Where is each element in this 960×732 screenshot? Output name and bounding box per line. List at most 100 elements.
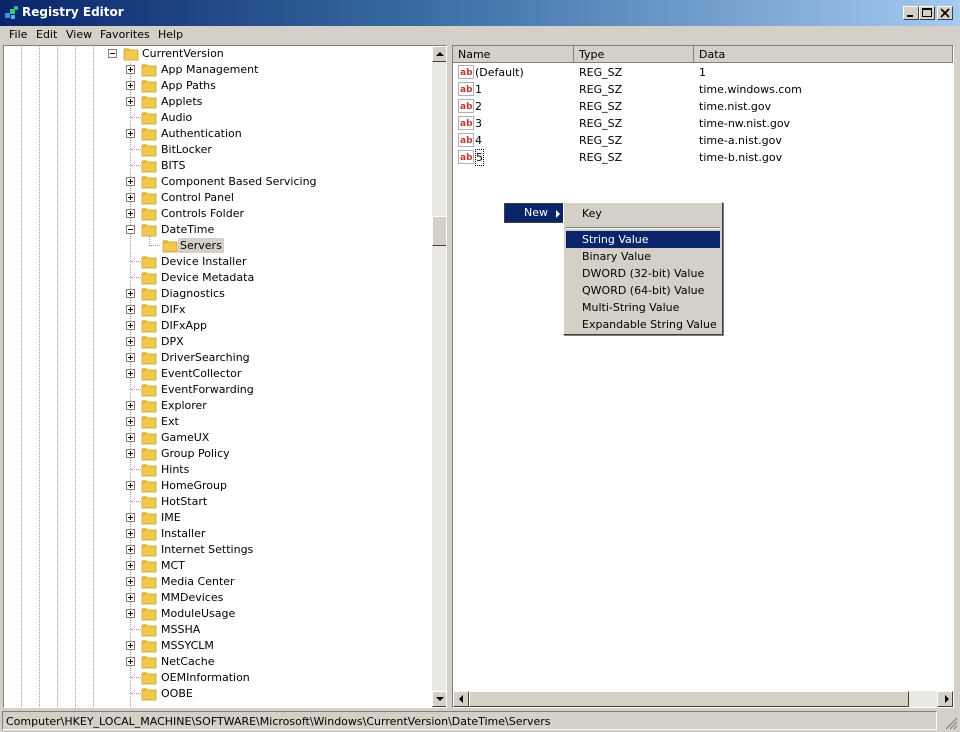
menu-help[interactable]: Help	[154, 27, 187, 43]
column-header-type[interactable]: Type	[574, 46, 694, 63]
list-horizontal-scrollbar[interactable]	[453, 691, 953, 707]
expand-icon[interactable]	[126, 193, 135, 202]
submenu-item-string-value[interactable]: String Value	[566, 231, 720, 248]
tree-node-servers[interactable]: Servers	[4, 238, 430, 254]
tree-node-mssha[interactable]: MSSHA	[4, 622, 430, 638]
value-row[interactable]: ab 2 REG_SZ time.nist.gov	[453, 98, 953, 115]
resize-grip-icon[interactable]	[944, 716, 958, 730]
tree-node-component-based-servicing[interactable]: Component Based Servicing	[4, 174, 430, 190]
expand-icon[interactable]	[126, 577, 135, 586]
collapse-icon[interactable]	[126, 225, 135, 234]
tree-node-moduleusage[interactable]: ModuleUsage	[4, 606, 430, 622]
expand-icon[interactable]	[126, 561, 135, 570]
tree-node-gameux[interactable]: GameUX	[4, 430, 430, 446]
tree-node-explorer[interactable]: Explorer	[4, 398, 430, 414]
tree-node-dpx[interactable]: DPX	[4, 334, 430, 350]
expand-icon[interactable]	[126, 481, 135, 490]
column-header-name[interactable]: Name	[453, 46, 574, 63]
tree-node-control-panel[interactable]: Control Panel	[4, 190, 430, 206]
expand-icon[interactable]	[126, 417, 135, 426]
tree-node-authentication[interactable]: Authentication	[4, 126, 430, 142]
tree-node-controls-folder[interactable]: Controls Folder	[4, 206, 430, 222]
horizontal-scroll-thumb[interactable]	[469, 691, 909, 707]
submenu-item-expandable-string-value[interactable]: Expandable String Value	[566, 316, 720, 333]
tree-node-hints[interactable]: Hints	[4, 462, 430, 478]
expand-icon[interactable]	[126, 289, 135, 298]
tree-node-difx[interactable]: DIFx	[4, 302, 430, 318]
expand-icon[interactable]	[126, 305, 135, 314]
collapse-icon[interactable]	[108, 49, 117, 58]
tree-node-homegroup[interactable]: HomeGroup	[4, 478, 430, 494]
tree-node-applets[interactable]: Applets	[4, 94, 430, 110]
tree-node-app-paths[interactable]: App Paths	[4, 78, 430, 94]
tree-node-oeminformation[interactable]: OEMInformation	[4, 670, 430, 686]
value-row[interactable]: ab 3 REG_SZ time-nw.nist.gov	[453, 115, 953, 132]
tree-node-diagnostics[interactable]: Diagnostics	[4, 286, 430, 302]
menu-view[interactable]: View	[62, 27, 96, 43]
expand-icon[interactable]	[126, 177, 135, 186]
tree-node-internet-settings[interactable]: Internet Settings	[4, 542, 430, 558]
expand-icon[interactable]	[126, 545, 135, 554]
tree-node-device-installer[interactable]: Device Installer	[4, 254, 430, 270]
tree-node-difxapp[interactable]: DIFxApp	[4, 318, 430, 334]
submenu-item-binary-value[interactable]: Binary Value	[566, 248, 720, 265]
tree-node-bitlocker[interactable]: BitLocker	[4, 142, 430, 158]
expand-icon[interactable]	[126, 609, 135, 618]
submenu-item-multi-string-value[interactable]: Multi-String Value	[566, 299, 720, 316]
tree-node-device-metadata[interactable]: Device Metadata	[4, 270, 430, 286]
expand-icon[interactable]	[126, 129, 135, 138]
expand-icon[interactable]	[126, 321, 135, 330]
menu-file[interactable]: File	[5, 27, 31, 43]
close-button[interactable]	[937, 6, 953, 20]
tree-node-mct[interactable]: MCT	[4, 558, 430, 574]
tree-node-group-policy[interactable]: Group Policy	[4, 446, 430, 462]
tree-node-currentversion[interactable]: CurrentVersion	[4, 46, 430, 62]
context-menu-new[interactable]: New	[504, 203, 566, 223]
tree-node-ext[interactable]: Ext	[4, 414, 430, 430]
tree-node-eventcollector[interactable]: EventCollector	[4, 366, 430, 382]
submenu-item-qword-value[interactable]: QWORD (64-bit) Value	[566, 282, 720, 299]
tree-node-installer[interactable]: Installer	[4, 526, 430, 542]
expand-icon[interactable]	[126, 97, 135, 106]
tree-node-oobe[interactable]: OOBE	[4, 686, 430, 702]
submenu-item-dword-value[interactable]: DWORD (32-bit) Value	[566, 265, 720, 282]
expand-icon[interactable]	[126, 337, 135, 346]
tree-node-driversearching[interactable]: DriverSearching	[4, 350, 430, 366]
value-row[interactable]: ab 5 REG_SZ time-b.nist.gov	[453, 149, 953, 166]
expand-icon[interactable]	[126, 65, 135, 74]
expand-icon[interactable]	[126, 641, 135, 650]
submenu-item-key[interactable]: Key	[566, 205, 720, 222]
expand-icon[interactable]	[126, 529, 135, 538]
scroll-right-button[interactable]	[937, 691, 953, 707]
scroll-left-button[interactable]	[453, 691, 469, 707]
expand-icon[interactable]	[126, 369, 135, 378]
expand-icon[interactable]	[126, 449, 135, 458]
tree-node-datetime[interactable]: DateTime	[4, 222, 430, 238]
scroll-thumb[interactable]	[432, 216, 446, 246]
value-row[interactable]: ab 4 REG_SZ time-a.nist.gov	[453, 132, 953, 149]
expand-icon[interactable]	[126, 513, 135, 522]
expand-icon[interactable]	[126, 209, 135, 218]
tree-node-netcache[interactable]: NetCache	[4, 654, 430, 670]
tree-node-app-management[interactable]: App Management	[4, 62, 430, 78]
key-tree[interactable]: CurrentVersion App Management App Paths App…	[3, 45, 447, 708]
tree-node-audio[interactable]: Audio	[4, 110, 430, 126]
tree-node-media-center[interactable]: Media Center	[4, 574, 430, 590]
menu-favorites[interactable]: Favorites	[96, 27, 154, 43]
title-bar[interactable]: Registry Editor	[0, 0, 960, 26]
tree-node-mssyclm[interactable]: MSSYCLM	[4, 638, 430, 654]
tree-node-mmdevices[interactable]: MMDevices	[4, 590, 430, 606]
maximize-button[interactable]	[919, 6, 935, 20]
expand-icon[interactable]	[126, 593, 135, 602]
value-row[interactable]: ab (Default) REG_SZ 1	[453, 64, 953, 81]
scroll-up-button[interactable]	[432, 46, 446, 62]
column-header-data[interactable]: Data	[694, 46, 953, 63]
values-list[interactable]: Name Type Data ab (Default) REG_SZ 1 ab 1 REG_…	[452, 45, 954, 708]
expand-icon[interactable]	[126, 433, 135, 442]
tree-vertical-scrollbar[interactable]	[432, 46, 446, 707]
tree-node-eventforwarding[interactable]: EventForwarding	[4, 382, 430, 398]
tree-node-hotstart[interactable]: HotStart	[4, 494, 430, 510]
tree-node-bits[interactable]: BITS	[4, 158, 430, 174]
minimize-button[interactable]	[903, 6, 919, 20]
expand-icon[interactable]	[126, 353, 135, 362]
